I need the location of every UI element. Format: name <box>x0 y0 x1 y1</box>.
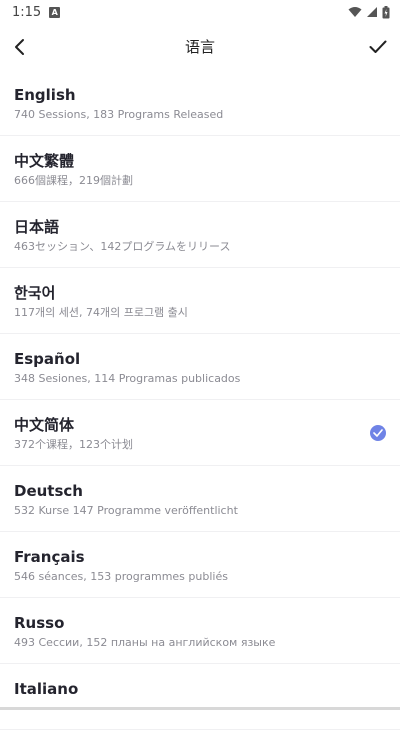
language-stats: 740 Sessions, 183 Programs Released <box>14 108 224 121</box>
battery-icon <box>382 5 390 18</box>
wifi-icon <box>348 7 362 17</box>
language-stats: 463セッション、142プログラムをリリース <box>14 240 231 253</box>
language-item[interactable]: 한국어 117개의 세션, 74개의 프로그램 출시 <box>0 268 400 334</box>
signal-icon <box>367 7 377 17</box>
app-bar: 语言 <box>0 24 400 70</box>
language-name: Español <box>14 350 81 368</box>
language-name: Russo <box>14 614 65 632</box>
notification-a-icon: A <box>49 6 61 18</box>
checkmark-icon <box>369 40 387 53</box>
language-stats: 546 séances, 153 programmes publiés <box>14 570 228 583</box>
language-name: English <box>14 86 76 104</box>
status-left: 1:15 A <box>12 4 61 20</box>
language-item[interactable]: 中文简体 372个课程，123个计划 <box>0 400 400 466</box>
status-bar: 1:15 A <box>0 0 400 24</box>
status-right <box>348 5 390 19</box>
language-name: 日本語 <box>14 218 60 236</box>
language-stats: 117개의 세션, 74개의 프로그램 출시 <box>14 306 188 319</box>
language-item[interactable]: 日本語 463セッション、142プログラムをリリース <box>0 202 400 268</box>
language-stats: 666個課程，219個計劃 <box>14 174 133 187</box>
language-name: Italiano <box>14 680 79 698</box>
language-item[interactable]: Italiano <box>0 664 400 730</box>
language-name: 한국어 <box>14 284 56 302</box>
language-stats: 372个课程，123个计划 <box>14 438 133 451</box>
language-list: English 740 Sessions, 183 Programs Releas… <box>0 70 400 730</box>
page-title: 语言 <box>184 38 215 56</box>
confirm-button[interactable] <box>362 31 394 63</box>
language-stats: 532 Kurse 147 Programme veröffentlicht <box>14 504 238 517</box>
selected-check-icon <box>370 425 386 441</box>
language-item[interactable]: English 740 Sessions, 183 Programs Releas… <box>0 70 400 136</box>
language-stats: 348 Sesiones, 114 Programas publicados <box>14 372 241 385</box>
language-name: 中文简体 <box>14 416 75 434</box>
status-time: 1:15 <box>12 4 42 20</box>
language-item[interactable]: Deutsch 532 Kurse 147 Programme veröffent… <box>0 466 400 532</box>
language-item[interactable]: Russo 493 Сессии, 152 планы на английском… <box>0 598 400 664</box>
language-item[interactable]: 中文繁體 666個課程，219個計劃 <box>0 136 400 202</box>
language-item[interactable]: Español 348 Sesiones, 114 Programas publi… <box>0 334 400 400</box>
language-name: Deutsch <box>14 482 83 500</box>
language-stats: 493 Сессии, 152 планы на английском язык… <box>14 636 276 649</box>
language-item[interactable]: Français 546 séances, 153 programmes publ… <box>0 532 400 598</box>
language-name: Français <box>14 548 85 566</box>
language-name: 中文繁體 <box>14 152 75 170</box>
